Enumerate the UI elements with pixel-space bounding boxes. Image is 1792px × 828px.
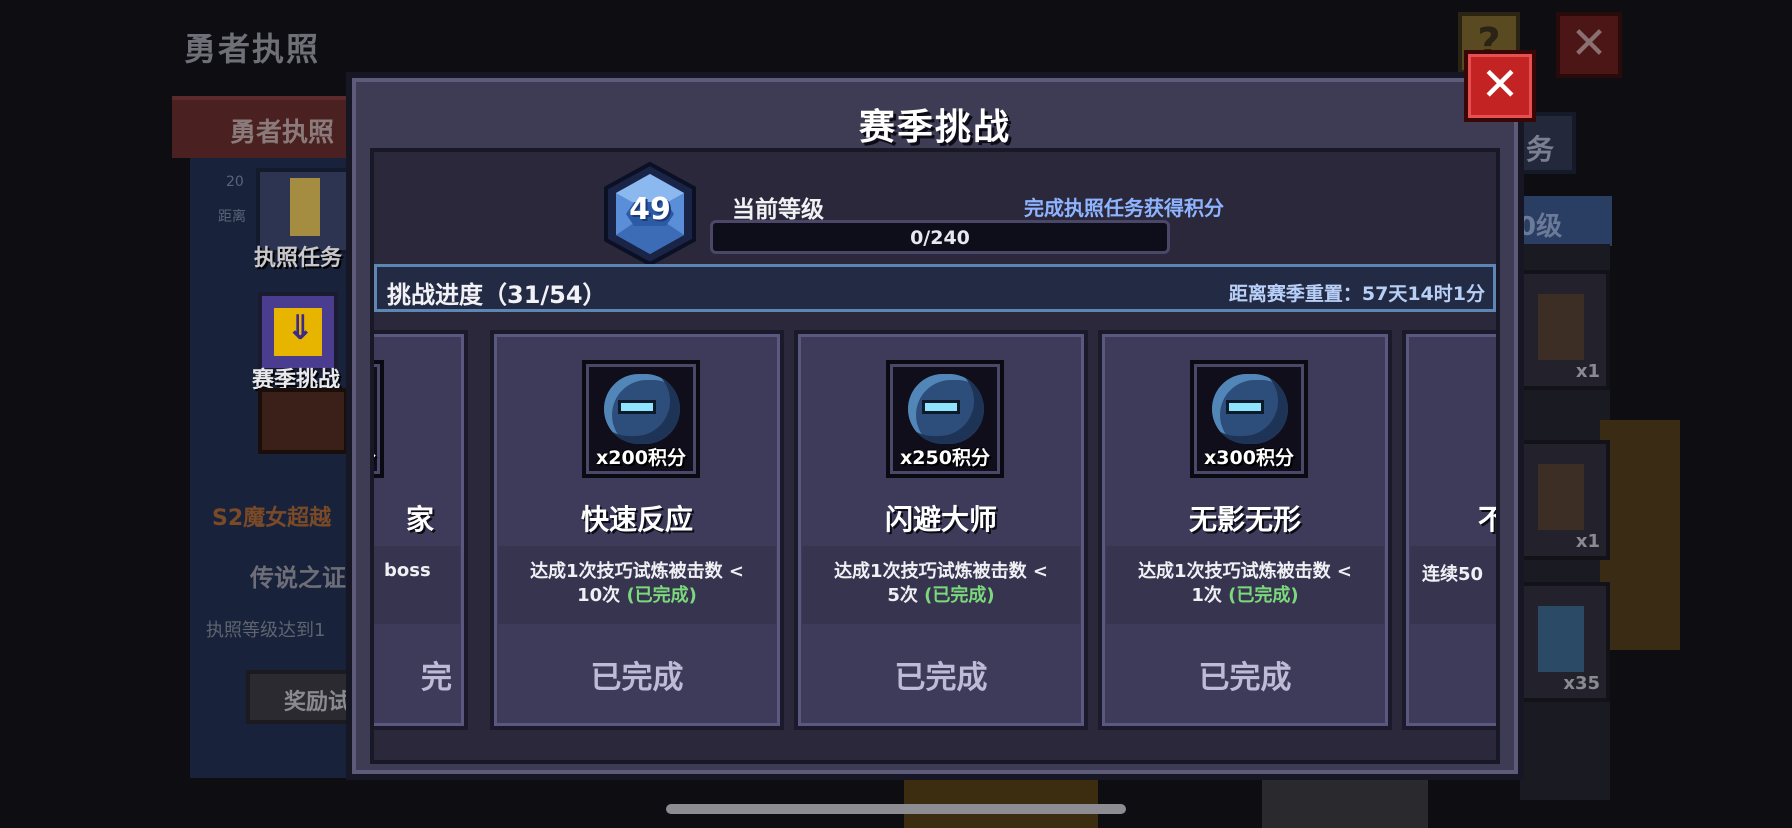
reward-amount: x300积分 — [1204, 447, 1294, 469]
helmet-visor — [1226, 400, 1264, 414]
challenge-progress-label: 挑战进度（31/54） — [387, 281, 607, 309]
modal-title: 赛季挑战 — [858, 107, 1011, 148]
challenge-description-line: 5次 — [887, 585, 918, 606]
challenge-description-line: 1次 — [1191, 585, 1222, 606]
completed-tag: (已完成) — [626, 585, 697, 606]
reward-amount: x200积分 — [596, 447, 686, 469]
challenge-card[interactable]: x250积分 闪避大师 达成1次技巧试炼被击数 < 5次 (已完成) 已完成 — [794, 330, 1088, 730]
challenge-description: 达成1次技巧试炼被击数 < 10次 (已完成) — [498, 560, 776, 608]
challenge-description: 达成1次技巧试炼被击数 < 5次 (已完成) — [802, 560, 1080, 608]
background-gold-frame — [1600, 420, 1680, 650]
challenge-description-box: 达成1次技巧试炼被击数 < 1次 (已完成) — [1106, 546, 1384, 624]
reward-icon-box: x300积分 — [1190, 360, 1308, 478]
challenge-title: 闪避大师 — [884, 503, 997, 536]
challenge-description-line: 达成1次技巧试炼被击数 < — [530, 561, 744, 582]
reward-icon-box: x200积分 — [582, 360, 700, 478]
level-number: 49 — [629, 192, 671, 227]
challenge-status-button[interactable]: 完 — [374, 652, 464, 697]
completed-tag: (已完成) — [924, 585, 995, 606]
challenge-status-button[interactable]: 已完成 — [494, 652, 780, 697]
background-small-text: 20 — [226, 174, 244, 190]
background-small-text: 距离 — [218, 209, 246, 225]
reward-slot[interactable]: x1 — [1520, 270, 1610, 390]
challenge-description-line: 达成1次技巧试炼被击数 < — [1138, 561, 1352, 582]
level-badge-icon: 49 — [600, 162, 700, 266]
close-modal-button[interactable]: ✕ — [1464, 50, 1536, 122]
season-challenge-icon[interactable] — [258, 292, 338, 372]
xp-progress-bar: 0/240 — [710, 220, 1170, 254]
challenge-description: 达成1次技巧试炼被击数 < 1次 (已完成) — [1106, 560, 1384, 608]
xp-progress-text: 0/240 — [910, 227, 970, 249]
modal-content: 49 当前等级 完成执照任务获得积分 0/240 挑战进度（31/54） 距离赛… — [370, 148, 1500, 764]
challenge-title: 不 — [1478, 503, 1496, 536]
helmet-visor — [618, 400, 656, 414]
challenge-card[interactable]: x200积分 快速反应 达成1次技巧试炼被击数 < 10次 (已完成) 已完成 — [490, 330, 784, 730]
season-name: S2魔女超越 — [212, 506, 332, 531]
season-challenge-modal: 赛季挑战 49 当前等级 完成执照任务获得积分 0/240 挑战进度（31/54… — [346, 72, 1524, 780]
challenge-title: 无影无形 — [1188, 503, 1301, 536]
challenge-description-box: 达成1次技巧试炼被击数 < 5次 (已完成) — [802, 546, 1080, 624]
reward-amount: x250积分 — [900, 447, 990, 469]
reward-amount: 分 — [374, 443, 380, 470]
challenge-description-box: 达成1次技巧试炼被击数 < 10次 (已完成) — [498, 546, 776, 624]
challenge-description-box — [374, 546, 460, 624]
challenge-description-line: 达成1次技巧试炼被击数 < — [834, 561, 1048, 582]
challenge-description-line: 10次 — [577, 585, 621, 606]
current-level-label: 当前等级 — [732, 197, 824, 223]
challenge-title: 家 — [406, 503, 435, 536]
nav-license-task-label[interactable]: 执照任务 — [254, 240, 342, 272]
challenge-card[interactable]: x300积分 无影无形 达成1次技巧试炼被击数 < 1次 (已完成) 已完成 — [1098, 330, 1392, 730]
challenge-description: boss — [384, 560, 431, 581]
challenge-title: 快速反应 — [580, 503, 693, 536]
challenge-card[interactable]: 分 家 boss 完 — [374, 330, 468, 730]
background-banner: 勇者执照 — [172, 96, 362, 158]
challenge-progress-strip: 挑战进度（31/54） 距离赛季重置：57天14时1分 — [374, 264, 1496, 312]
game-screen: 勇者执照 ? ✕ 勇者执照 20 距离 执照任务 赛季挑战 S2魔女超越 传说之… — [0, 0, 1792, 828]
challenge-status-button[interactable]: 已完成 — [798, 652, 1084, 697]
completed-tag: (已完成) — [1228, 585, 1299, 606]
reward-slot[interactable]: x1 — [1520, 440, 1610, 560]
chest-icon — [258, 388, 348, 454]
gem-icon — [1538, 606, 1584, 672]
reward-item-icon — [1538, 294, 1584, 360]
background-close-button[interactable]: ✕ — [1556, 12, 1622, 78]
home-indicator[interactable] — [666, 804, 1126, 814]
earn-points-hint: 完成执照任务获得积分 — [1024, 196, 1224, 220]
legend-label: 传说之证 — [250, 564, 346, 592]
reward-quantity: x1 — [1575, 531, 1600, 552]
season-reset-countdown: 距离赛季重置：57天14时1分 — [1228, 283, 1485, 305]
reward-quantity: x35 — [1563, 673, 1600, 694]
reward-icon-box: x250积分 — [886, 360, 1004, 478]
helmet-visor — [922, 400, 960, 414]
challenge-card-list[interactable]: 分 家 boss 完 x200积分 快速反应 — [374, 330, 1496, 732]
background-title: 勇者执照 — [184, 30, 321, 68]
reward-item-icon — [1538, 464, 1584, 530]
challenge-description: 连续50 — [1422, 564, 1484, 585]
reward-slot[interactable]: x35 — [1520, 582, 1610, 702]
reward-icon-box: 分 — [374, 360, 384, 478]
challenge-card[interactable]: 不 连续50 — [1402, 330, 1496, 730]
reward-quantity: x1 — [1575, 361, 1600, 382]
requirement-text: 执照等级达到1 — [206, 620, 326, 641]
challenge-status-button[interactable]: 已完成 — [1102, 652, 1388, 697]
